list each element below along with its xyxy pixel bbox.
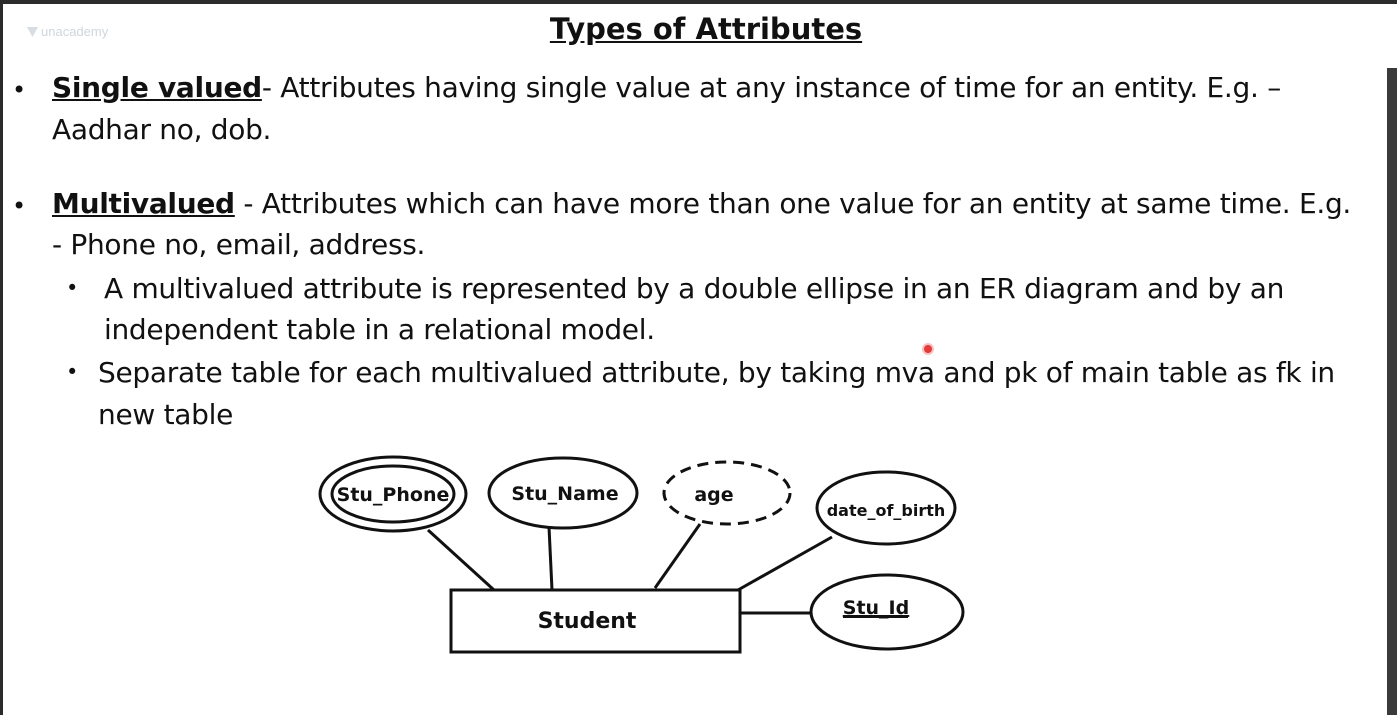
attr-age-label: age — [694, 484, 733, 506]
attr-stu-id-label: Stu_Id — [843, 597, 909, 619]
attr-dob-label: date_of_birth — [827, 501, 946, 520]
er-diagram: Student Stu_Phone Stu_Name age date_of_b… — [318, 455, 965, 654]
attr-stu-name-label: Stu_Name — [511, 483, 618, 505]
entity-student-label: Student — [538, 609, 637, 634]
attr-stu-phone-label: Stu_Phone — [337, 484, 450, 506]
connector-line — [426, 528, 496, 592]
connector-line — [737, 535, 833, 592]
connector-line — [547, 526, 554, 591]
connector-line — [653, 523, 702, 589]
